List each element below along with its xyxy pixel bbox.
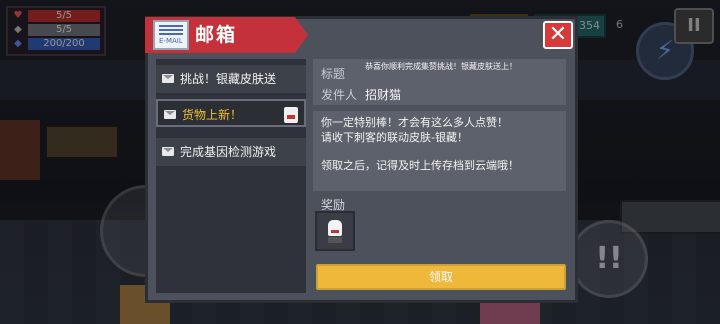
envelope-icon [162,74,174,83]
mail-item-label: 完成基因检测游戏 [180,145,277,159]
skin-figure-base [328,237,342,243]
character-badge-icon [284,107,298,123]
sender-value: 招财猫 [365,88,402,102]
mail-item[interactable]: 完成基因检测游戏 [156,138,306,166]
envelope-icon [162,147,174,156]
body-line: 领取之后，记得及时上传存档到云端哦！ [321,159,519,172]
mail-list: 挑战！银藏皮肤送 货物上新！ 完成基因检测游戏 [156,59,306,293]
subject-key: 标题 [321,67,346,81]
mailbox-title: 邮箱 [195,24,238,46]
body-line: 请收下刺客的联动皮肤-银藏！ [321,131,468,144]
body-line: 你一定特别棒！才会有这么多人点赞！ [321,116,508,129]
mail-icon: E-MAIL [153,20,189,50]
claim-button[interactable]: 领取 [316,264,566,290]
mail-meta: 标题 恭喜你顺利完成集赞挑战！银藏皮肤送上！ 发件人 招财猫 [313,59,566,105]
mail-item[interactable]: 挑战！银藏皮肤送 [156,65,306,93]
mailbox-header: E-MAIL 邮箱 [145,17,308,53]
mailbox-dialog: E-MAIL 邮箱 ✕ 挑战！银藏皮肤送 货物上新！ 完成基因检测游戏 标题 恭… [145,16,578,303]
close-button[interactable]: ✕ [543,21,573,49]
envelope-icon [164,110,176,119]
mail-item-label: 挑战！银藏皮肤送 [180,72,277,86]
mail-body: 你一定特别棒！才会有这么多人点赞！ 请收下刺客的联动皮肤-银藏！ 领取之后，记得… [313,111,566,191]
skin-figure-icon [328,220,342,236]
reward-item[interactable] [315,211,355,251]
mail-item-label: 货物上新！ [182,108,243,122]
mail-item-selected[interactable]: 货物上新！ [156,99,306,127]
subject-value: 恭喜你顺利完成集赞挑战！银藏皮肤送上！ [365,62,517,71]
sender-key: 发件人 [321,88,358,102]
